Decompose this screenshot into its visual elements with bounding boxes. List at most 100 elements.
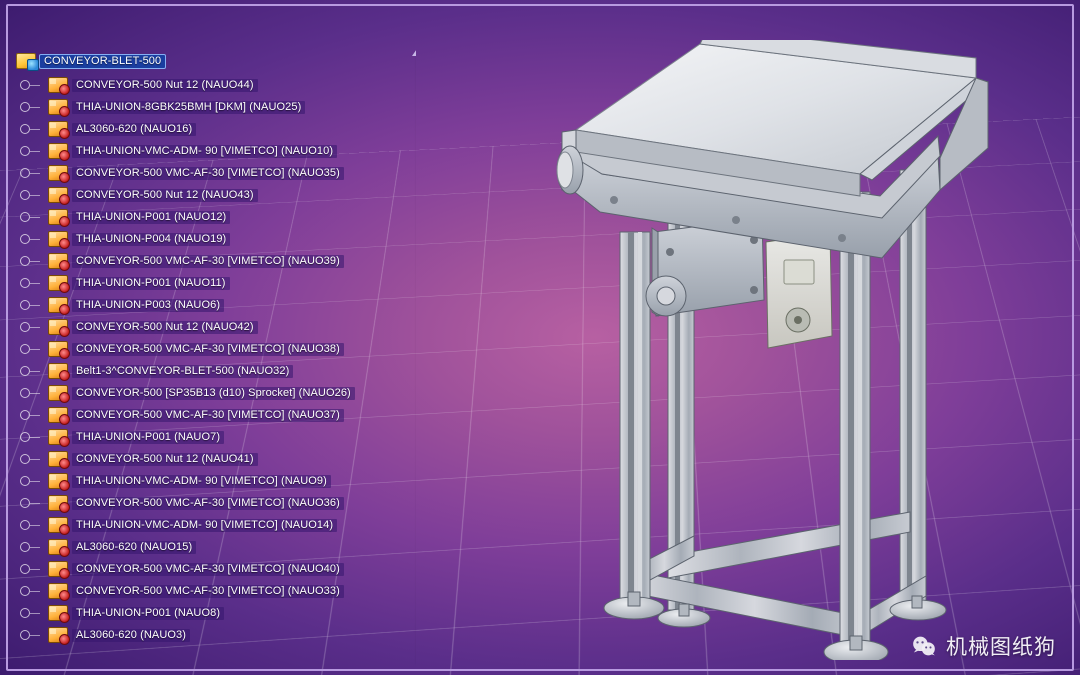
- tree-item[interactable]: AL3060-620 (NAUO3): [18, 624, 416, 646]
- tree-item-label: AL3060-620 (NAUO3): [72, 629, 190, 642]
- specification-tree[interactable]: CONVEYOR-BLET-500 CONVEYOR-500 Nut 12 (N…: [16, 50, 416, 670]
- part-icon: [48, 297, 68, 313]
- part-icon: [48, 605, 68, 621]
- tree-connector: [18, 119, 44, 139]
- tree-item[interactable]: THIA-UNION-P003 (NAUO6): [18, 294, 416, 316]
- tree-root-node[interactable]: CONVEYOR-BLET-500: [16, 50, 416, 72]
- tree-connector: [18, 207, 44, 227]
- part-icon: [48, 363, 68, 379]
- part-icon: [48, 539, 68, 555]
- part-icon: [48, 253, 68, 269]
- tree-connector: [18, 625, 44, 645]
- tree-connector: [18, 493, 44, 513]
- tree-item[interactable]: THIA-UNION-VMC-ADM- 90 [VIMETCO] (NAUO10…: [18, 140, 416, 162]
- tree-item[interactable]: CONVEYOR-500 VMC-AF-30 [VIMETCO] (NAUO35…: [18, 162, 416, 184]
- tree-connector: [18, 141, 44, 161]
- tree-item[interactable]: CONVEYOR-500 VMC-AF-30 [VIMETCO] (NAUO33…: [18, 580, 416, 602]
- tree-item-label: CONVEYOR-500 VMC-AF-30 [VIMETCO] (NAUO33…: [72, 585, 344, 598]
- tree-item-label: CONVEYOR-500 Nut 12 (NAUO41): [72, 453, 258, 466]
- tree-connector: [18, 163, 44, 183]
- tree-item[interactable]: CONVEYOR-500 VMC-AF-30 [VIMETCO] (NAUO37…: [18, 404, 416, 426]
- tree-item-label: THIA-UNION-P003 (NAUO6): [72, 299, 224, 312]
- part-icon: [48, 77, 68, 93]
- tree-connector: [18, 471, 44, 491]
- tree-item-label: AL3060-620 (NAUO16): [72, 123, 196, 136]
- tree-connector: [18, 405, 44, 425]
- tree-connector: [18, 339, 44, 359]
- part-icon: [48, 275, 68, 291]
- tree-item-label: THIA-UNION-P001 (NAUO12): [72, 211, 230, 224]
- tree-item-label: THIA-UNION-P001 (NAUO8): [72, 607, 224, 620]
- tree-item[interactable]: CONVEYOR-500 VMC-AF-30 [VIMETCO] (NAUO36…: [18, 492, 416, 514]
- tree-item-label: THIA-UNION-VMC-ADM- 90 [VIMETCO] (NAUO9): [72, 475, 331, 488]
- part-icon: [48, 209, 68, 225]
- tree-item[interactable]: CONVEYOR-500 VMC-AF-30 [VIMETCO] (NAUO38…: [18, 338, 416, 360]
- part-icon: [48, 407, 68, 423]
- part-icon: [48, 187, 68, 203]
- tree-root-label: CONVEYOR-BLET-500: [40, 55, 165, 68]
- tree-item-label: CONVEYOR-500 VMC-AF-30 [VIMETCO] (NAUO38…: [72, 343, 344, 356]
- wechat-icon: [910, 632, 938, 660]
- tree-item[interactable]: CONVEYOR-500 VMC-AF-30 [VIMETCO] (NAUO40…: [18, 558, 416, 580]
- part-icon: [48, 429, 68, 445]
- tree-connector: [18, 273, 44, 293]
- tree-item[interactable]: AL3060-620 (NAUO16): [18, 118, 416, 140]
- tree-item-label: CONVEYOR-500 [SP35B13 (d10) Sprocket] (N…: [72, 387, 355, 400]
- tree-item[interactable]: THIA-UNION-VMC-ADM- 90 [VIMETCO] (NAUO9): [18, 470, 416, 492]
- tree-connector: [18, 317, 44, 337]
- product-icon: [16, 53, 36, 69]
- tree-item[interactable]: CONVEYOR-500 Nut 12 (NAUO44): [18, 74, 416, 96]
- tree-item[interactable]: THIA-UNION-P001 (NAUO7): [18, 426, 416, 448]
- tree-connector: [18, 427, 44, 447]
- tree-connector: [18, 449, 44, 469]
- tree-connector: [18, 515, 44, 535]
- part-icon: [48, 121, 68, 137]
- tree-item[interactable]: THIA-UNION-P001 (NAUO11): [18, 272, 416, 294]
- tree-connector: [18, 229, 44, 249]
- watermark: 机械图纸狗: [910, 631, 1056, 661]
- tree-item[interactable]: THIA-UNION-P001 (NAUO12): [18, 206, 416, 228]
- tree-item[interactable]: CONVEYOR-500 Nut 12 (NAUO42): [18, 316, 416, 338]
- tree-item-label: CONVEYOR-500 VMC-AF-30 [VIMETCO] (NAUO36…: [72, 497, 344, 510]
- tree-item-label: THIA-UNION-P004 (NAUO19): [72, 233, 230, 246]
- tree-item-label: CONVEYOR-500 VMC-AF-30 [VIMETCO] (NAUO40…: [72, 563, 344, 576]
- part-icon: [48, 99, 68, 115]
- tree-item-label: Belt1-3^CONVEYOR-BLET-500 (NAUO32): [72, 365, 293, 378]
- part-icon: [48, 517, 68, 533]
- tree-connector: [18, 383, 44, 403]
- tree-item[interactable]: THIA-UNION-P004 (NAUO19): [18, 228, 416, 250]
- part-icon: [48, 143, 68, 159]
- tree-item-label: CONVEYOR-500 VMC-AF-30 [VIMETCO] (NAUO39…: [72, 255, 344, 268]
- tree-item[interactable]: AL3060-620 (NAUO15): [18, 536, 416, 558]
- tree-item-label: CONVEYOR-500 Nut 12 (NAUO42): [72, 321, 258, 334]
- part-icon: [48, 583, 68, 599]
- part-icon: [48, 231, 68, 247]
- tree-item[interactable]: CONVEYOR-500 [SP35B13 (d10) Sprocket] (N…: [18, 382, 416, 404]
- tree-connector: [18, 185, 44, 205]
- tree-item-label: CONVEYOR-500 VMC-AF-30 [VIMETCO] (NAUO37…: [72, 409, 344, 422]
- part-icon: [48, 341, 68, 357]
- tree-item[interactable]: CONVEYOR-500 Nut 12 (NAUO43): [18, 184, 416, 206]
- tree-connector: [18, 603, 44, 623]
- part-icon: [48, 561, 68, 577]
- tree-item[interactable]: THIA-UNION-VMC-ADM- 90 [VIMETCO] (NAUO14…: [18, 514, 416, 536]
- tree-item-label: THIA-UNION-VMC-ADM- 90 [VIMETCO] (NAUO14…: [72, 519, 337, 532]
- tree-item[interactable]: THIA-UNION-P001 (NAUO8): [18, 602, 416, 624]
- cad-3d-viewport[interactable]: CONVEYOR-BLET-500 CONVEYOR-500 Nut 12 (N…: [0, 0, 1080, 675]
- tree-item-label: THIA-UNION-P001 (NAUO7): [72, 431, 224, 444]
- part-icon: [48, 385, 68, 401]
- tree-item[interactable]: CONVEYOR-500 Nut 12 (NAUO41): [18, 448, 416, 470]
- tree-connector: [18, 581, 44, 601]
- tree-item[interactable]: THIA-UNION-8GBK25BMH [DKM] (NAUO25): [18, 96, 416, 118]
- part-icon: [48, 473, 68, 489]
- tree-item-label: THIA-UNION-8GBK25BMH [DKM] (NAUO25): [72, 101, 305, 114]
- tree-item-label: THIA-UNION-VMC-ADM- 90 [VIMETCO] (NAUO10…: [72, 145, 337, 158]
- tree-item-label: CONVEYOR-500 Nut 12 (NAUO44): [72, 79, 258, 92]
- part-icon: [48, 451, 68, 467]
- tree-connector: [18, 559, 44, 579]
- tree-item-label: AL3060-620 (NAUO15): [72, 541, 196, 554]
- tree-item[interactable]: CONVEYOR-500 VMC-AF-30 [VIMETCO] (NAUO39…: [18, 250, 416, 272]
- tree-item[interactable]: Belt1-3^CONVEYOR-BLET-500 (NAUO32): [18, 360, 416, 382]
- part-icon: [48, 319, 68, 335]
- tree-connector: [18, 97, 44, 117]
